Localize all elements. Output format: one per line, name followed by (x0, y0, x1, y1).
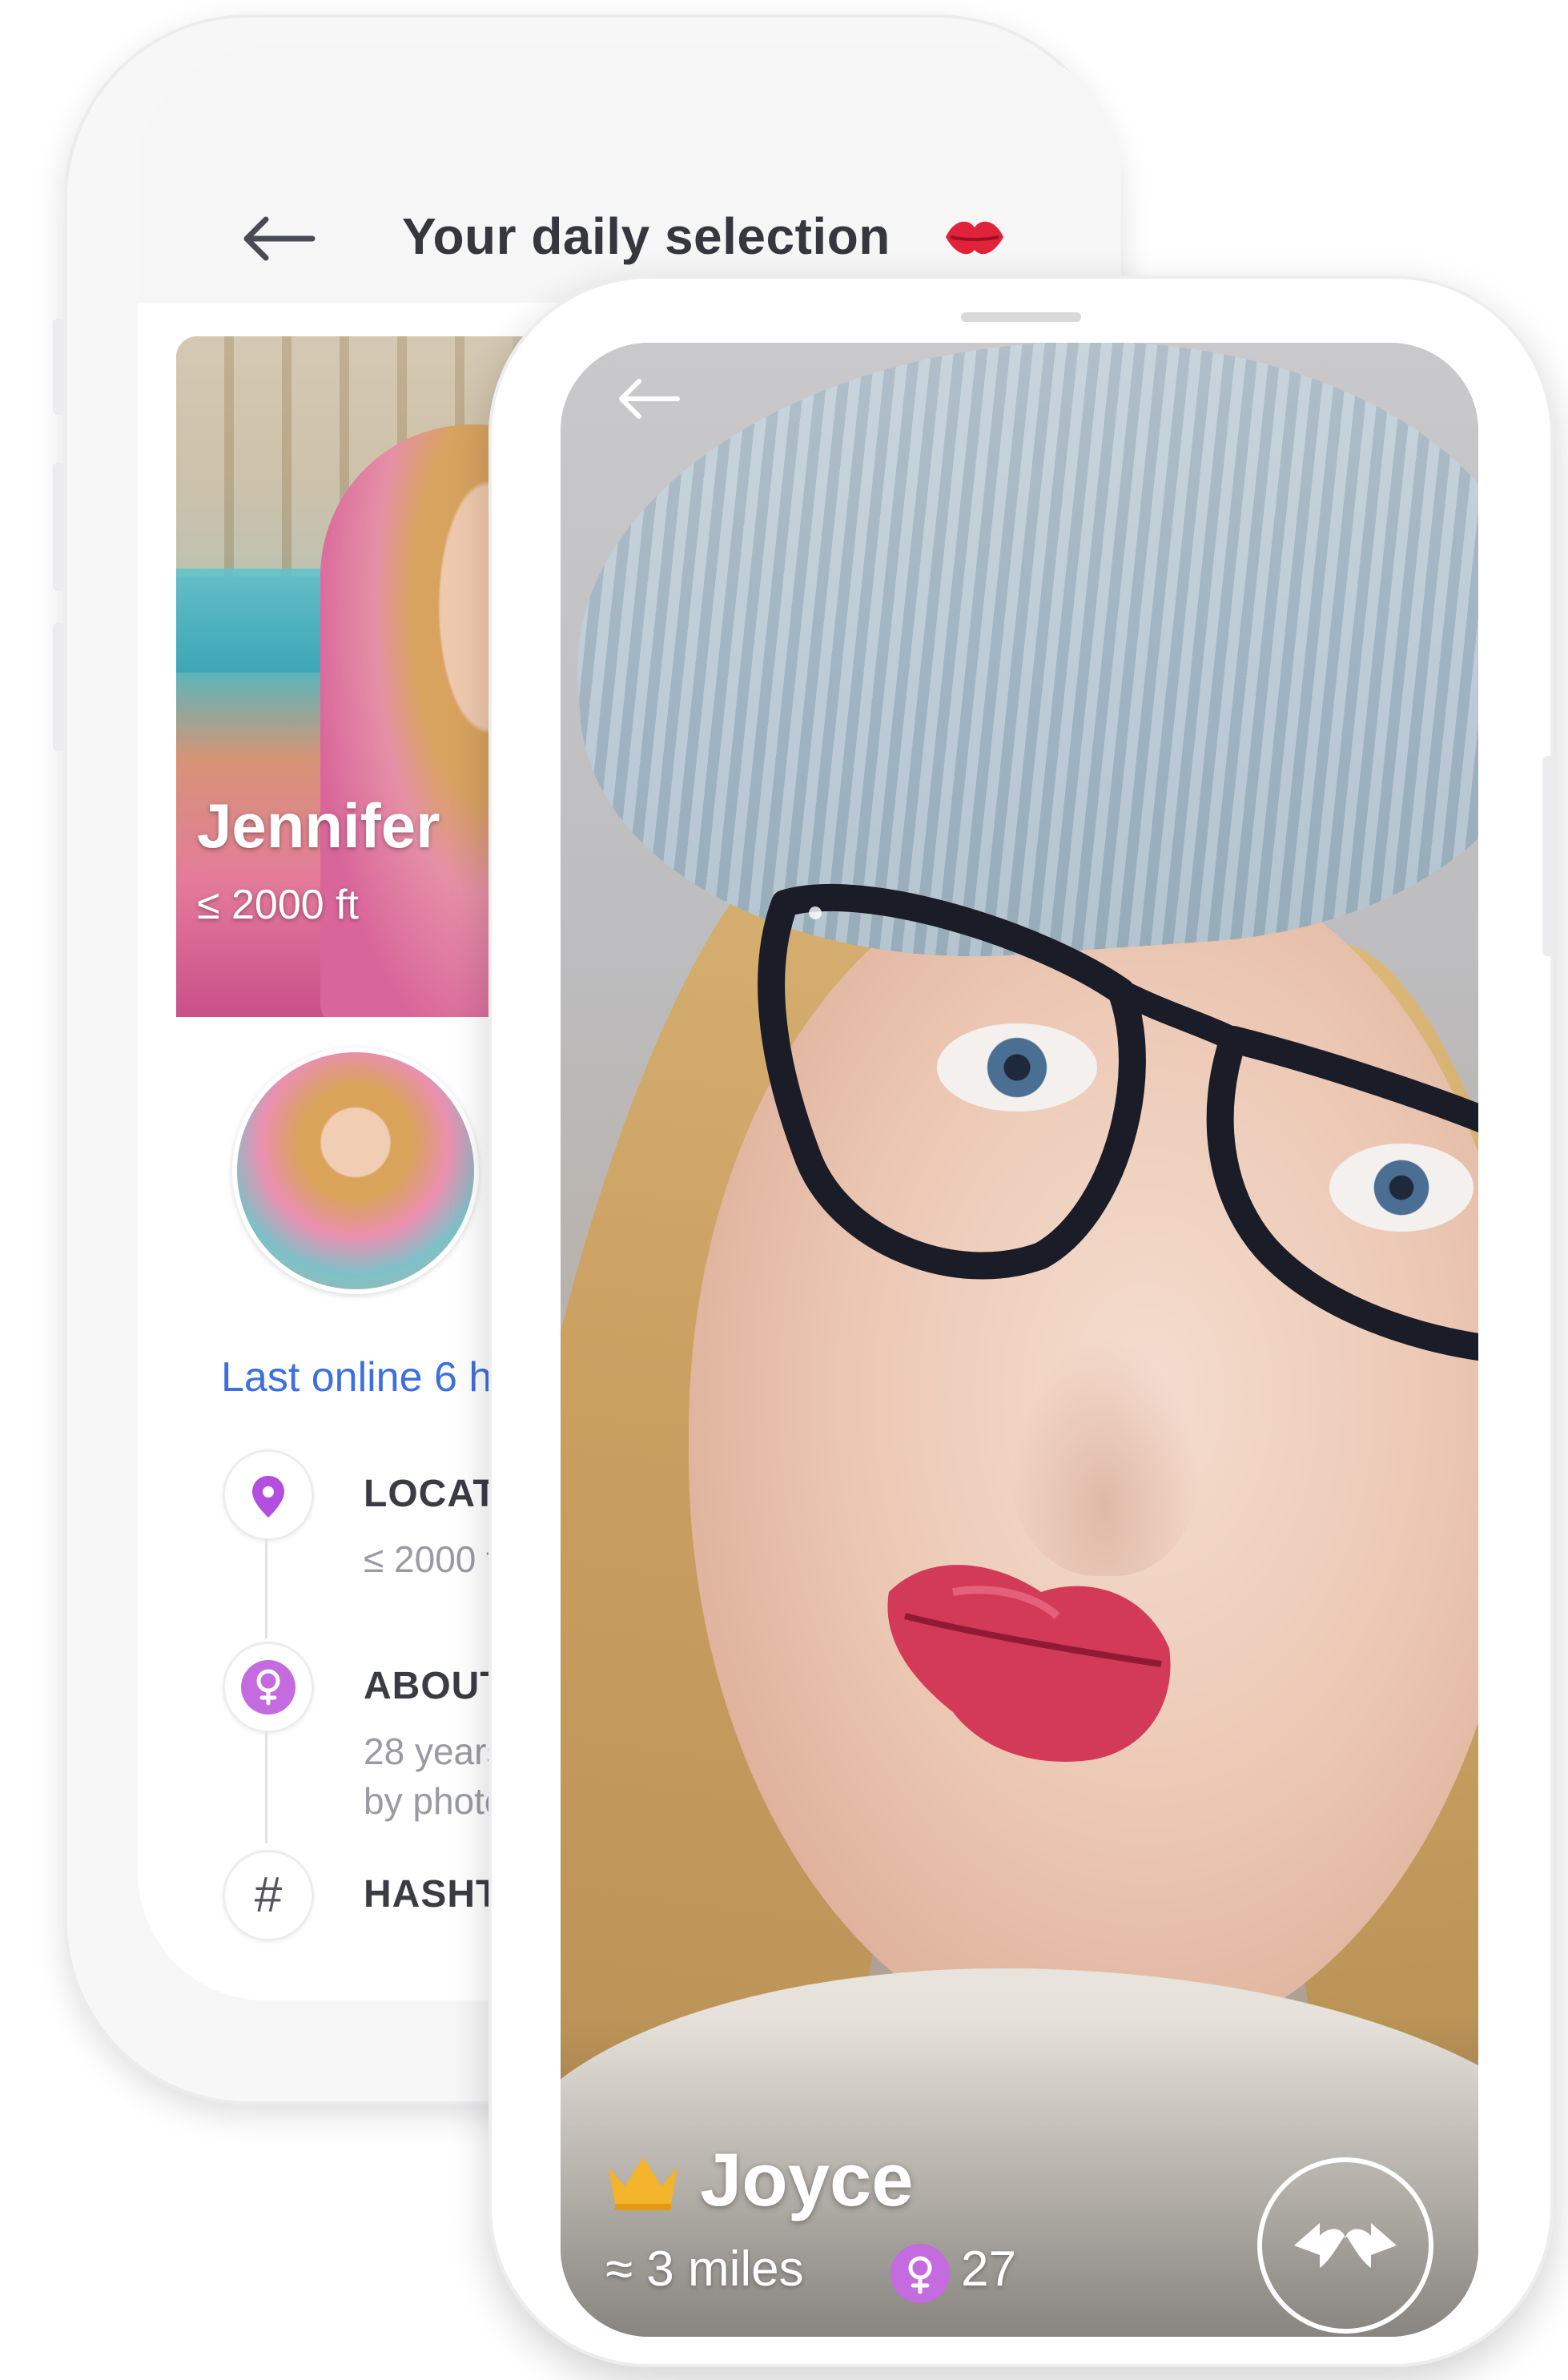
section-label-about: ABOUT (364, 1665, 505, 1707)
back-arrow-icon[interactable] (242, 215, 316, 263)
kiss-lips-icon (946, 221, 1003, 255)
photo-lips (887, 1565, 1171, 1762)
photo-nose (1009, 1336, 1201, 1576)
section-detail-location: ≤ 2000 ft (364, 1538, 507, 1580)
section-detail-about-line2: by photo (364, 1780, 505, 1822)
swap-hearts-icon (1294, 2223, 1397, 2268)
front-phone: Joyce ≈ 3 miles 27 (488, 275, 1554, 2367)
avatar[interactable] (232, 1047, 479, 1294)
profile-age: 27 (961, 2241, 1016, 2297)
profile-distance: ≈ 3 miles (605, 2241, 804, 2297)
profile-photo-screen[interactable]: Joyce ≈ 3 miles 27 (561, 343, 1478, 2337)
header: Your daily selection (138, 46, 1121, 303)
phone-side-button (53, 463, 64, 591)
phone-speaker (961, 312, 1081, 322)
profile-name: Joyce (700, 2137, 914, 2221)
app-mockup: Your daily selection Jennifer ≤ 2000 ft … (0, 0, 1568, 2380)
female-gender-icon (223, 1642, 314, 1733)
crown-icon (609, 2157, 677, 2210)
timeline-connector (265, 1539, 267, 1638)
timeline-connector (265, 1731, 267, 1843)
page-title: Your daily selection (402, 207, 891, 265)
section-detail-about-line1: 28 years (364, 1731, 505, 1772)
phone-side-button (53, 623, 64, 751)
last-online-status: Last online 6 h (221, 1354, 493, 1401)
phone-side-button (1542, 756, 1554, 956)
back-arrow-icon[interactable] (617, 375, 681, 423)
card-distance: ≤ 2000 ft (197, 882, 360, 928)
swap-hearts-button[interactable] (1257, 2157, 1433, 2334)
photo-glasses (758, 883, 1478, 1361)
hashtag-icon: # (223, 1850, 314, 1941)
female-gender-icon (891, 2244, 950, 2303)
location-pin-icon (223, 1449, 314, 1541)
phone-side-button (53, 319, 64, 415)
card-name: Jennifer (197, 790, 440, 861)
